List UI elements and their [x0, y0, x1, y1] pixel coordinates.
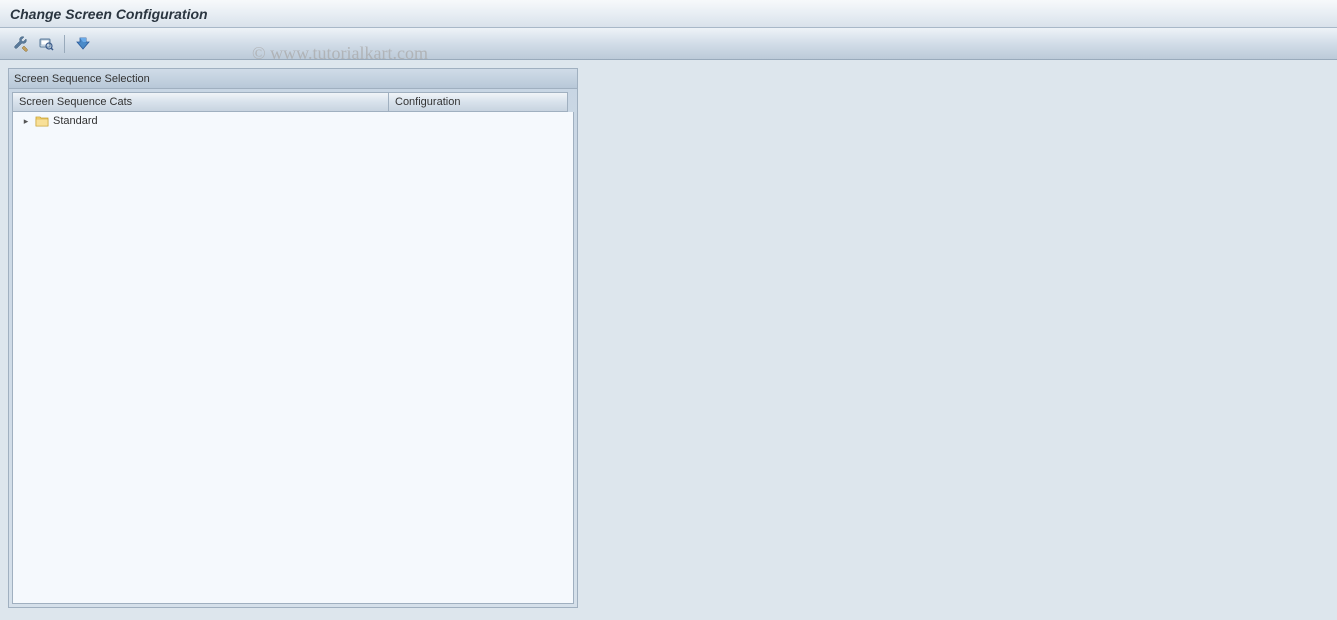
tree-item-standard[interactable]: ▸ Standard — [13, 112, 573, 130]
title-bar: Change Screen Configuration — [0, 0, 1337, 28]
toolbar-preview-button[interactable] — [35, 33, 57, 55]
display-icon — [75, 36, 91, 52]
page-title: Change Screen Configuration — [10, 6, 208, 22]
main-area: Screen Sequence Selection Screen Sequenc… — [0, 60, 1337, 620]
screen-sequence-panel: Screen Sequence Selection Screen Sequenc… — [8, 68, 578, 608]
tools-icon — [13, 36, 29, 52]
tree-area[interactable]: ▸ Standard — [12, 112, 574, 604]
toolbar-display-button[interactable] — [72, 33, 94, 55]
column-header-cats[interactable]: Screen Sequence Cats — [12, 92, 388, 112]
toolbar-tools-button[interactable] — [10, 33, 32, 55]
panel-header: Screen Sequence Selection — [9, 69, 577, 89]
column-header-config[interactable]: Configuration — [388, 92, 568, 112]
toolbar-separator — [64, 35, 65, 53]
print-preview-icon — [38, 36, 54, 52]
tree-item-label: Standard — [53, 115, 98, 127]
folder-icon — [33, 115, 51, 127]
expand-icon[interactable]: ▸ — [21, 116, 31, 127]
panel-body: Screen Sequence Cats Configuration ▸ Sta… — [9, 89, 577, 607]
toolbar — [0, 28, 1337, 60]
column-headers: Screen Sequence Cats Configuration — [12, 92, 574, 112]
